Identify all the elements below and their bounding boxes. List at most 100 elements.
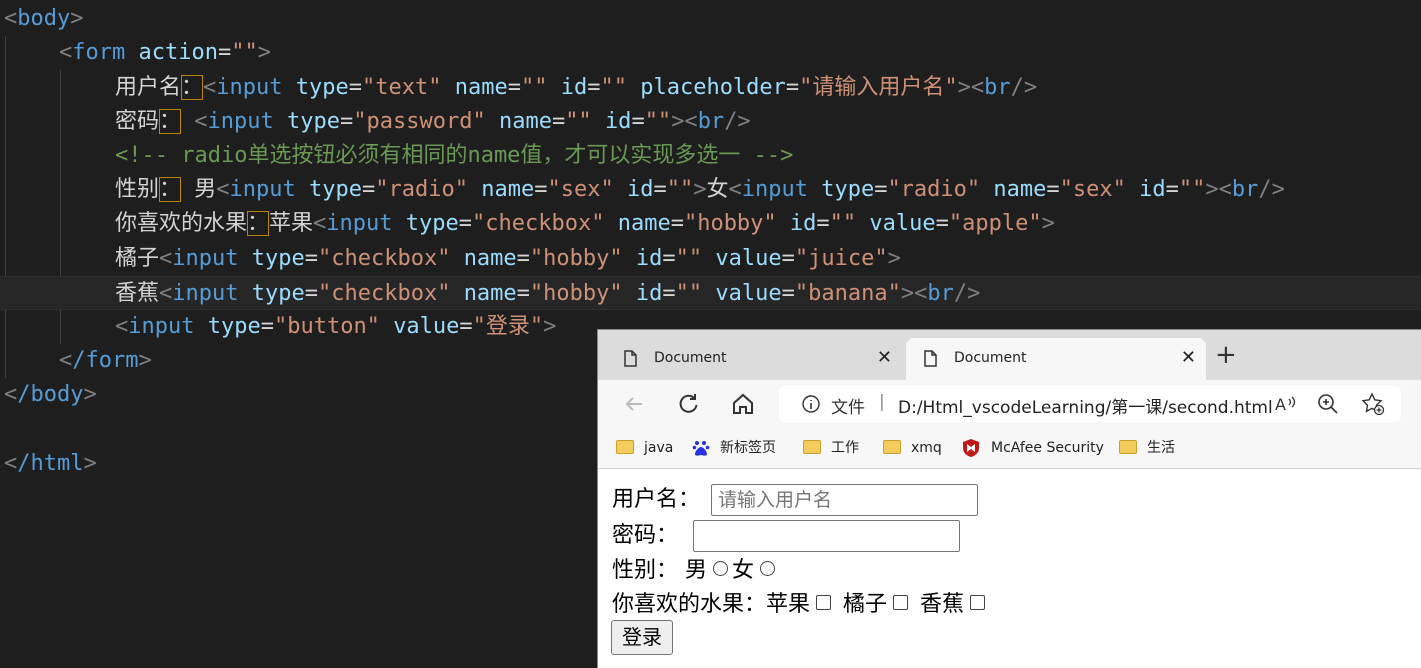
attr-name: id [560,75,588,100]
tag-name: br [697,109,725,134]
tab-label: Document [654,350,727,366]
address-bar[interactable]: 文件 | D:/Html_vscodeLearning/第一课/second.h… [779,386,1401,422]
attr-value: "radio" [887,177,981,202]
banana-checkbox[interactable] [970,594,986,610]
code-line-7[interactable]: 你喜欢的水果：苹果<input type="checkbox" name="ho… [115,207,1055,241]
bookmark-label: McAfee Security [991,440,1104,456]
code-line-1[interactable]: <body> [4,2,83,36]
code-text: 橘子 [115,246,160,271]
code-text: 男 [194,177,217,202]
code-line-5[interactable]: <!-- radio单选按钮必须有相同的name值，才可以实现多选一 --> [115,139,793,173]
attr-name: name [463,281,517,306]
attr-name: type [207,314,261,339]
attr-value: "checkbox" [317,281,451,306]
password-input[interactable] [693,520,960,552]
tab-document-1[interactable]: Document ✕ [606,338,902,380]
bookmark-label: xmq [911,440,942,456]
bookmark-xmq[interactable]: xmq [883,437,942,459]
attr-value: "text" [362,75,442,100]
fruit-row: 你喜欢的水果：苹果 橘子 香蕉 [612,588,997,622]
attr-value: "banana" [794,281,901,306]
gender-female-radio[interactable] [760,560,776,576]
address-separator: | [879,392,885,412]
read-aloud-icon[interactable]: A [1273,392,1297,416]
attr-name: placeholder [640,75,786,100]
tag-name: body [17,6,71,31]
attr-value: "" [600,75,627,100]
password-label: 密码： [612,523,679,548]
plus-icon[interactable]: + [1215,340,1237,370]
attr-name: id [789,211,817,236]
browser-toolbar: 文件 | D:/Html_vscodeLearning/第一课/second.h… [598,380,1421,428]
code-text: 用户名 [115,75,182,100]
code-line-3[interactable]: 用户名：<input type="text" name="" id="" pla… [115,71,1037,105]
code-text: 香蕉 [115,281,160,306]
code-line-8[interactable]: 橘子<input type="checkbox" name="hobby" id… [115,242,901,276]
attr-value: "" [675,281,703,306]
attr-name: id [604,109,632,134]
bookmark-work[interactable]: 工作 [803,437,859,459]
tab-document-2[interactable]: Document ✕ [906,338,1206,380]
bookmark-java[interactable]: java [616,437,673,459]
username-label: 用户名： [612,487,701,512]
tag-name: input [172,246,239,271]
refresh-icon[interactable] [674,390,702,418]
attr-name: value [869,211,936,236]
code-line-10[interactable]: <input type="button" value="登录"> [115,310,556,344]
attr-value: "sex" [547,177,614,202]
attr-name: type [295,75,349,100]
bookmark-new-tab[interactable]: 新标签页 [692,437,776,459]
code-line-9[interactable]: 香蕉<input type="checkbox" name="hobby" id… [0,276,1421,310]
tag-name: input [172,281,239,306]
tag-name: input [207,109,274,134]
attr-value: "juice" [794,246,888,271]
zoom-in-icon[interactable] [1316,392,1340,416]
bookmark-life[interactable]: 生活 [1119,437,1175,459]
code-line-14[interactable]: </html> [4,447,97,481]
attr-value: "password" [353,109,486,134]
tag-name: /html [17,451,84,476]
code-line-11[interactable]: </form> [59,344,152,378]
bookmark-label: 生活 [1147,440,1175,456]
attr-name: type [821,177,875,202]
page-icon [624,350,637,367]
favorite-add-icon[interactable] [1361,392,1385,416]
login-button[interactable]: 登录 [611,620,673,655]
attr-value: "checkbox" [317,246,451,271]
back-arrow-icon[interactable] [620,390,648,418]
attr-name: type [309,177,363,202]
tag-name: /body [17,382,84,407]
gender-row: 性别： 男女 [612,554,779,588]
home-icon[interactable] [729,390,757,418]
code-text: 苹果 [269,211,314,236]
code-line-6[interactable]: 性别： 男<input type="radio" name="sex" id="… [115,173,1285,207]
page-icon [924,350,937,367]
code-line-4[interactable]: 密码： <input type="password" name="" id=""… [115,105,751,139]
bookmark-mcafee[interactable]: McAfee Security [961,437,1104,459]
attr-value: "" [675,246,703,271]
attr-name: name [498,109,552,134]
username-input[interactable]: 请输入用户名 [711,484,978,516]
attr-name: id [635,281,663,306]
gender-female-label: 女 [732,558,755,583]
orange-checkbox[interactable] [893,594,909,610]
close-icon[interactable]: ✕ [1181,347,1196,368]
tag-name: input [128,314,195,339]
gender-male-radio[interactable] [713,560,729,576]
close-icon[interactable]: ✕ [877,347,892,368]
indent-guide [5,36,6,378]
code-text: ： [159,109,182,134]
apple-checkbox[interactable] [816,594,832,610]
orange-label: 橘子 [843,592,888,617]
attr-name: name [463,246,517,271]
attr-name: id [626,177,654,202]
tab-label: Document [954,350,1027,366]
code-line-12[interactable]: </body> [4,378,97,412]
url-text[interactable]: D:/Html_vscodeLearning/第一课/second.html [898,393,1273,418]
svg-text:A: A [1275,395,1286,414]
attr-value: "" [520,75,548,100]
code-line-2[interactable]: <form action=""> [59,36,271,70]
attr-value: "" [1178,177,1206,202]
info-icon[interactable] [801,394,821,414]
folder-icon [1119,440,1137,454]
